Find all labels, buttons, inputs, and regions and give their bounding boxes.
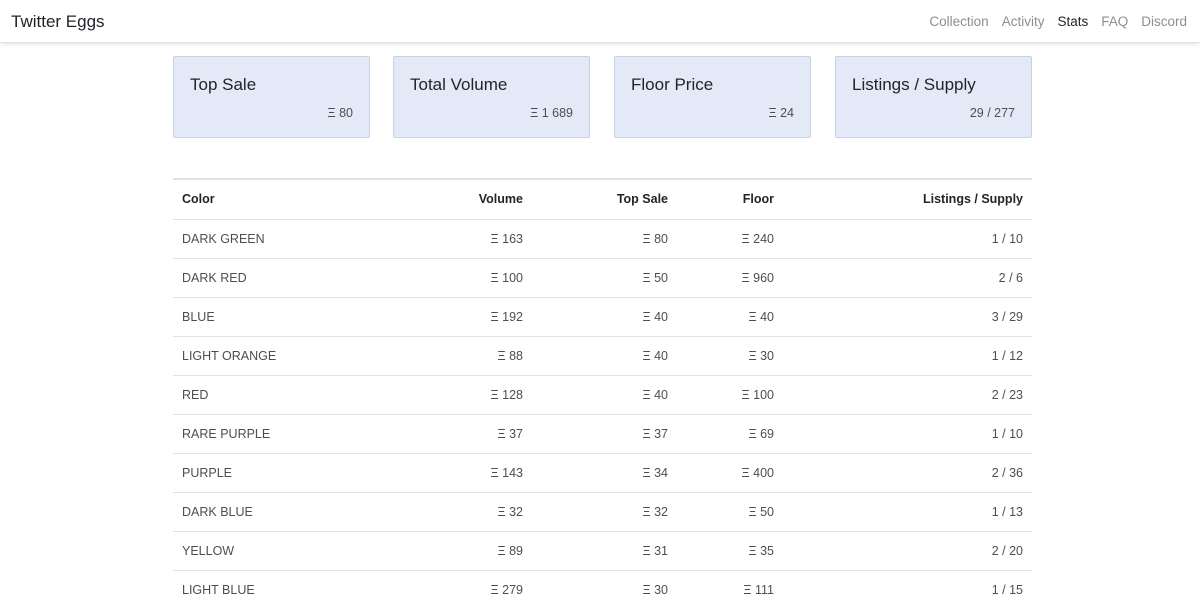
table-row: LIGHT ORANGE Ξ 88 Ξ 40 Ξ 30 1 / 12 <box>173 335 1032 375</box>
cell-color: YELLOW <box>173 530 411 570</box>
cell-listings-supply: 1 / 15 <box>783 569 1032 609</box>
stats-cards: Top Sale Ξ 80 Total Volume Ξ 1 689 Floor… <box>173 56 1032 138</box>
cell-color: RED <box>173 374 411 414</box>
cell-volume: Ξ 32 <box>411 491 532 531</box>
cell-floor: Ξ 30 <box>677 335 783 375</box>
header-volume: Volume <box>411 178 532 220</box>
cell-color: RARE PURPLE <box>173 413 411 453</box>
card-total-volume: Total Volume Ξ 1 689 <box>393 56 590 138</box>
cell-top-sale: Ξ 40 <box>532 374 677 414</box>
cell-listings-supply: 1 / 12 <box>783 335 1032 375</box>
cell-volume: Ξ 37 <box>411 413 532 453</box>
cell-top-sale: Ξ 80 <box>532 218 677 258</box>
cell-volume: Ξ 192 <box>411 296 532 336</box>
cell-color: LIGHT BLUE <box>173 569 411 609</box>
cell-color: LIGHT ORANGE <box>173 335 411 375</box>
cell-listings-supply: 1 / 13 <box>783 491 1032 531</box>
cell-top-sale: Ξ 50 <box>532 257 677 297</box>
cell-volume: Ξ 88 <box>411 335 532 375</box>
cell-listings-supply: 1 / 10 <box>783 413 1032 453</box>
cell-color: BLUE <box>173 296 411 336</box>
card-value: Ξ 24 <box>768 106 794 120</box>
card-value: Ξ 80 <box>327 106 353 120</box>
header-listings-supply: Listings / Supply <box>783 178 1032 220</box>
cell-volume: Ξ 89 <box>411 530 532 570</box>
cell-top-sale: Ξ 40 <box>532 296 677 336</box>
cell-floor: Ξ 960 <box>677 257 783 297</box>
cell-listings-supply: 2 / 20 <box>783 530 1032 570</box>
card-top-sale: Top Sale Ξ 80 <box>173 56 370 138</box>
card-floor-price: Floor Price Ξ 24 <box>614 56 811 138</box>
table-row: LIGHT BLUE Ξ 279 Ξ 30 Ξ 111 1 / 15 <box>173 569 1032 609</box>
cell-listings-supply: 2 / 36 <box>783 452 1032 492</box>
cell-floor: Ξ 40 <box>677 296 783 336</box>
cell-top-sale: Ξ 30 <box>532 569 677 609</box>
cell-top-sale: Ξ 31 <box>532 530 677 570</box>
cell-floor: Ξ 240 <box>677 218 783 258</box>
table-row: BLUE Ξ 192 Ξ 40 Ξ 40 3 / 29 <box>173 296 1032 336</box>
header-floor: Floor <box>677 178 783 220</box>
table-header-row: Color Volume Top Sale Floor Listings / S… <box>173 178 1032 220</box>
table-row: DARK RED Ξ 100 Ξ 50 Ξ 960 2 / 6 <box>173 257 1032 297</box>
cell-volume: Ξ 100 <box>411 257 532 297</box>
card-value: Ξ 1 689 <box>530 106 573 120</box>
card-title: Floor Price <box>631 75 714 94</box>
nav-link-faq[interactable]: FAQ <box>1101 12 1128 32</box>
nav-link-activity[interactable]: Activity <box>1002 12 1045 32</box>
table-row: YELLOW Ξ 89 Ξ 31 Ξ 35 2 / 20 <box>173 530 1032 570</box>
cell-listings-supply: 3 / 29 <box>783 296 1032 336</box>
cell-listings-supply: 2 / 23 <box>783 374 1032 414</box>
cell-floor: Ξ 400 <box>677 452 783 492</box>
card-title: Listings / Supply <box>852 75 976 94</box>
cell-color: DARK BLUE <box>173 491 411 531</box>
cell-listings-supply: 1 / 10 <box>783 218 1032 258</box>
stats-table: Color Volume Top Sale Floor Listings / S… <box>173 178 1032 609</box>
brand-link[interactable]: Twitter Eggs <box>11 11 105 33</box>
nav-links: Collection Activity Stats FAQ Discord <box>916 12 1187 32</box>
cell-volume: Ξ 163 <box>411 218 532 258</box>
cell-volume: Ξ 279 <box>411 569 532 609</box>
cell-color: PURPLE <box>173 452 411 492</box>
cell-color: DARK RED <box>173 257 411 297</box>
cell-top-sale: Ξ 34 <box>532 452 677 492</box>
table-row: RARE PURPLE Ξ 37 Ξ 37 Ξ 69 1 / 10 <box>173 413 1032 453</box>
cell-floor: Ξ 100 <box>677 374 783 414</box>
table-row: DARK GREEN Ξ 163 Ξ 80 Ξ 240 1 / 10 <box>173 218 1032 258</box>
nav-link-stats[interactable]: Stats <box>1057 12 1088 32</box>
cell-floor: Ξ 50 <box>677 491 783 531</box>
card-title: Total Volume <box>410 75 508 94</box>
cell-listings-supply: 2 / 6 <box>783 257 1032 297</box>
cell-top-sale: Ξ 40 <box>532 335 677 375</box>
header-color: Color <box>173 178 411 220</box>
cell-top-sale: Ξ 37 <box>532 413 677 453</box>
nav-link-collection[interactable]: Collection <box>929 12 988 32</box>
cell-floor: Ξ 111 <box>677 569 783 609</box>
table-row: PURPLE Ξ 143 Ξ 34 Ξ 400 2 / 36 <box>173 452 1032 492</box>
cell-top-sale: Ξ 32 <box>532 491 677 531</box>
card-value: 29 / 277 <box>969 106 1015 120</box>
card-listings-supply: Listings / Supply 29 / 277 <box>835 56 1032 138</box>
cell-floor: Ξ 35 <box>677 530 783 570</box>
navbar: Twitter Eggs Collection Activity Stats F… <box>0 0 1200 43</box>
table-row: DARK BLUE Ξ 32 Ξ 32 Ξ 50 1 / 13 <box>173 491 1032 531</box>
header-top-sale: Top Sale <box>532 178 677 220</box>
nav-link-discord[interactable]: Discord <box>1141 12 1187 32</box>
cell-volume: Ξ 143 <box>411 452 532 492</box>
cell-volume: Ξ 128 <box>411 374 532 414</box>
table-row: RED Ξ 128 Ξ 40 Ξ 100 2 / 23 <box>173 374 1032 414</box>
cell-color: DARK GREEN <box>173 218 411 258</box>
cell-floor: Ξ 69 <box>677 413 783 453</box>
card-title: Top Sale <box>190 75 257 94</box>
